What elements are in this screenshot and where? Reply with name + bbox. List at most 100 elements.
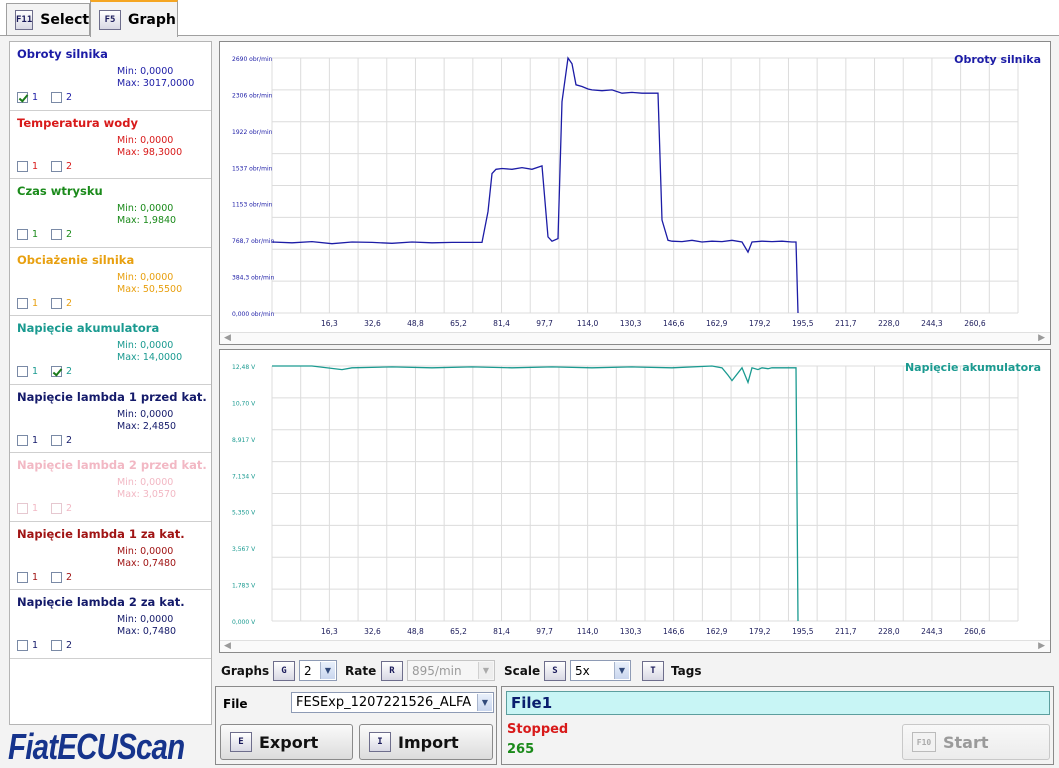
checkbox-icon[interactable]	[51, 229, 62, 240]
graph-2-scrollbar[interactable]: ◀ ▶	[220, 640, 1050, 652]
y-tick-label: 1537 obr/min	[232, 165, 273, 172]
import-button-label: Import	[398, 732, 459, 752]
graph-1-plot: Obroty silnika 0,000 obr/min 384,3 obr/min…	[232, 53, 1041, 328]
graph-2-checkbox[interactable]: 2	[51, 571, 72, 583]
checkbox-icon[interactable]	[17, 434, 28, 446]
checkbox-icon[interactable]	[17, 92, 28, 103]
checkbox-icon[interactable]	[17, 229, 28, 240]
chevron-down-icon[interactable]: ▼	[477, 694, 492, 711]
x-tick-label: 179,2	[749, 627, 771, 636]
graphs-select[interactable]: 2 ▼	[299, 660, 337, 681]
x-tick-label: 16,3	[321, 319, 338, 328]
graph-1-checkbox[interactable]: 1	[17, 503, 38, 514]
scroll-right-icon[interactable]: ▶	[1038, 641, 1045, 651]
channel-min: Min: 0,0000	[117, 477, 174, 488]
x-tick-label: 130,3	[620, 627, 642, 636]
x-tick-label: 65,2	[450, 627, 467, 636]
channel-item: Czas wtrysku Min: 0,0000 Max: 1,9840 1 2	[10, 179, 211, 248]
checkbox-icon[interactable]	[17, 503, 28, 514]
checkbox-icon[interactable]	[17, 571, 28, 583]
chevron-down-icon[interactable]: ▼	[320, 662, 335, 679]
y-tick-label: 1153 obr/min	[232, 202, 273, 209]
checkbox-icon[interactable]	[17, 297, 28, 309]
graph-2-checkbox[interactable]: 2	[51, 503, 72, 514]
file-select[interactable]: FESExp_1207221526_ALFA ▼	[291, 692, 494, 713]
channel-name: Napięcie lambda 1 przed kat.	[17, 389, 207, 404]
scroll-right-icon[interactable]: ▶	[1038, 333, 1045, 343]
graph-2-checkbox[interactable]: 2	[51, 366, 72, 377]
checkbox-icon[interactable]	[51, 366, 62, 377]
checkbox-icon[interactable]	[51, 571, 62, 583]
y-tick-label: 2690 obr/min	[232, 56, 273, 63]
y-tick-label: 12,48 V	[232, 364, 256, 371]
graph-1-checkbox[interactable]: 1	[17, 229, 38, 240]
key-t-icon[interactable]: T	[642, 661, 664, 681]
tab-graph[interactable]: F5 Graph	[90, 0, 178, 37]
checkbox-label: 1	[32, 640, 39, 651]
graph-1-checkbox[interactable]: 1	[17, 434, 39, 446]
x-tick-label: 81,4	[493, 627, 510, 636]
graph-2-checkbox[interactable]: 2	[51, 640, 72, 651]
channel-max: Max: 0,7480	[117, 557, 177, 569]
start-button: F10 Start	[902, 724, 1050, 760]
channel-name: Napięcie akumulatora	[17, 321, 160, 335]
graph-2-checkbox[interactable]: 2	[51, 229, 72, 240]
chevron-down-icon[interactable]: ▼	[614, 662, 629, 679]
key-r-icon[interactable]: R	[381, 661, 403, 681]
checkbox-icon[interactable]	[51, 503, 62, 514]
key-g-icon[interactable]: G	[273, 661, 295, 681]
export-button[interactable]: E Export	[220, 724, 353, 760]
checkbox-label: 1	[32, 434, 39, 446]
channel-max: Max: 2,4850	[117, 420, 177, 432]
channel-item: Napięcie akumulatora Min: 0,0000 Max: 14…	[10, 316, 211, 385]
graph-panel-1[interactable]: Obroty silnika 0,000 obr/min 384,3 obr/min…	[219, 41, 1051, 345]
tab-select[interactable]: F11 Select	[6, 3, 90, 35]
graph-2-checkbox[interactable]: 2	[51, 92, 72, 103]
channel-item: Obroty silnika Min: 0,0000 Max: 3017,000…	[10, 42, 211, 111]
y-tick-label: 8,917 V	[232, 437, 256, 444]
channel-max: Max: 14,0000	[117, 352, 183, 363]
tags-label[interactable]: Tags	[671, 659, 701, 683]
graph-1-checkbox[interactable]: 1	[17, 297, 38, 309]
graph-1-checkbox[interactable]: 1	[17, 92, 38, 103]
channel-max: Max: 98,3000	[117, 146, 183, 158]
channel-name: Napięcie lambda 2 za kat.	[17, 595, 185, 609]
checkbox-icon[interactable]	[51, 297, 62, 309]
x-tick-label: 146,6	[663, 627, 685, 636]
y-tick-label: 0,000 V	[232, 619, 256, 626]
scroll-left-icon[interactable]: ◀	[224, 333, 231, 343]
import-button[interactable]: I Import	[359, 724, 493, 760]
graph-panel-2[interactable]: Napięcie akumulatora 0,000 V 1,783 V 3,567 …	[219, 349, 1051, 653]
graph-1-checkbox[interactable]: 1	[17, 640, 38, 651]
x-tick-label: 244,3	[921, 319, 943, 328]
status-text: Stopped	[507, 722, 569, 737]
graphs-select-value: 2	[304, 663, 312, 678]
scale-select[interactable]: 5x ▼	[570, 660, 631, 681]
checkbox-icon[interactable]	[17, 640, 28, 651]
x-tick-label: 260,6	[964, 627, 986, 636]
y-tick-label: 0,000 obr/min	[232, 311, 275, 318]
checkbox-icon[interactable]	[51, 92, 62, 103]
graph-2-checkbox[interactable]: 2	[51, 160, 72, 172]
graph-1-checkbox[interactable]: 1	[17, 160, 38, 172]
channel-min: Min: 0,0000	[117, 66, 174, 77]
graph-1-scrollbar[interactable]: ◀ ▶	[220, 332, 1050, 344]
x-tick-label: 16,3	[321, 627, 338, 636]
checkbox-icon[interactable]	[17, 366, 28, 377]
graph-2-checkbox[interactable]: 2	[51, 434, 72, 446]
checkbox-icon[interactable]	[51, 160, 62, 172]
checkbox-icon[interactable]	[17, 160, 28, 172]
graph-1-checkbox[interactable]: 1	[17, 366, 38, 377]
checkbox-label: 2	[66, 229, 73, 240]
graph-2-checkbox[interactable]: 2	[51, 297, 73, 309]
channel-max: Max: 1,9840	[117, 215, 177, 226]
scroll-left-icon[interactable]: ◀	[224, 641, 231, 651]
key-f10-icon: F10	[912, 732, 936, 752]
graph-1-checkbox[interactable]: 1	[17, 571, 38, 583]
checkbox-label: 2	[66, 297, 73, 309]
x-tick-label: 195,5	[792, 627, 814, 636]
key-e-icon: E	[230, 732, 252, 752]
key-s-icon[interactable]: S	[544, 661, 566, 681]
checkbox-icon[interactable]	[51, 640, 62, 651]
checkbox-icon[interactable]	[51, 434, 62, 446]
